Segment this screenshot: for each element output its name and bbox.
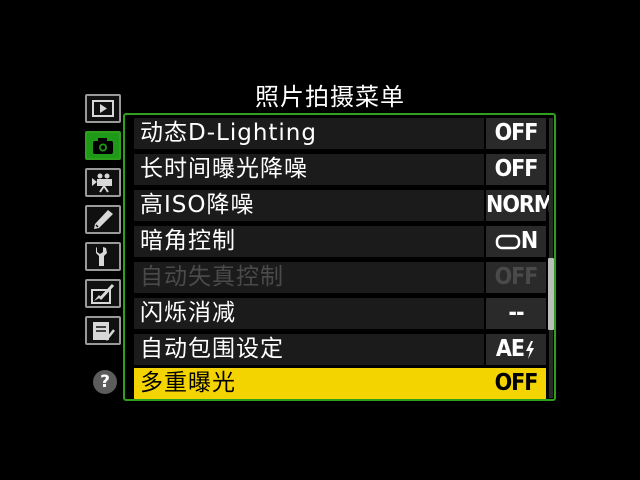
- menu-item-vignette-control[interactable]: 暗角控制 N: [134, 226, 546, 259]
- menu-item-long-exposure-nr[interactable]: 长时间曝光降噪 OFF: [134, 154, 546, 187]
- menu-item-auto-bracketing-set[interactable]: 自动包围设定 AE: [134, 334, 546, 367]
- playback-icon: [92, 100, 114, 117]
- menu-item-value: --: [486, 298, 546, 329]
- menu-item-label: 长时间曝光降噪: [134, 154, 484, 185]
- camera-icon: [93, 138, 113, 154]
- menu-item-value: OFF: [486, 118, 546, 149]
- custom-settings-tab[interactable]: [85, 205, 121, 234]
- help-icon[interactable]: ?: [93, 370, 117, 394]
- menu-item-value: N: [486, 226, 546, 257]
- playback-menu-tab[interactable]: [85, 94, 121, 123]
- menu-item-label: 高ISO降噪: [134, 190, 484, 221]
- vignette-value-text: N: [520, 228, 538, 254]
- menu-item-value: AE: [486, 334, 546, 365]
- camera-menu-screen: 照片拍摄菜单 ? 动态D-Lighting OFF 长时间曝光降噪 OFF 高I…: [0, 0, 640, 480]
- menu-item-value: OFF: [494, 370, 539, 396]
- menu-item-value: OFF: [486, 262, 546, 293]
- vignette-frame-icon: [495, 234, 521, 249]
- menu-item-label: 闪烁消减: [134, 298, 484, 329]
- menu-item-multiple-exposure[interactable]: 多重曝光 OFF: [134, 368, 546, 401]
- retouch-menu-tab[interactable]: [85, 279, 121, 308]
- menu-item-value: NORM: [486, 190, 554, 221]
- menu-item-label: 自动包围设定: [134, 334, 484, 365]
- pencil-icon: [94, 210, 113, 229]
- menu-item-label: 暗角控制: [134, 226, 484, 257]
- menu-item-auto-distortion-control[interactable]: 自动失真控制 OFF: [134, 262, 546, 295]
- menu-item-flicker-reduction[interactable]: 闪烁消减 --: [134, 298, 546, 331]
- menu-item-active-d-lighting[interactable]: 动态D-Lighting OFF: [134, 118, 546, 151]
- my-menu-icon: [93, 322, 115, 342]
- movie-camera-icon: [92, 173, 112, 193]
- menu-item-high-iso-nr[interactable]: 高ISO降噪 NORM: [134, 190, 554, 223]
- page-title: 照片拍摄菜单: [255, 83, 405, 111]
- wrench-icon: [96, 247, 107, 266]
- movie-menu-tab[interactable]: [85, 168, 121, 197]
- shooting-menu-tab[interactable]: [85, 131, 121, 160]
- setup-menu-tab[interactable]: [85, 242, 121, 271]
- retouch-icon: [91, 283, 115, 304]
- menu-item-value: OFF: [486, 154, 546, 185]
- menu-item-label: 多重曝光: [134, 368, 546, 399]
- scrollbar-thumb[interactable]: [548, 258, 554, 330]
- my-menu-tab[interactable]: [85, 316, 121, 345]
- flash-bolt-icon: [526, 340, 535, 359]
- menu-item-label: 动态D-Lighting: [134, 118, 484, 149]
- menu-item-label: 自动失真控制: [134, 262, 484, 293]
- bracketing-value-text: AE: [495, 336, 525, 362]
